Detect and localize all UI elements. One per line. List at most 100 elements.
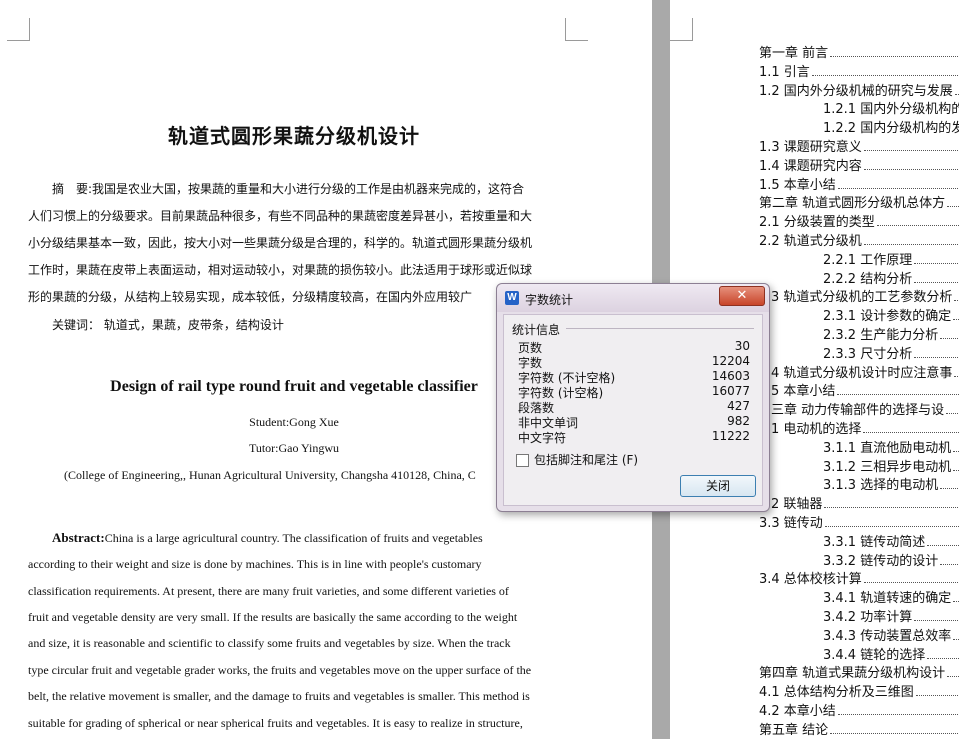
toc-entry-text: 4 轨道式分级机设计时应注意事: [771, 365, 953, 381]
toc-entry-text: 3.4 总体校核计算: [759, 572, 862, 588]
toc-entry[interactable]: 4.1 总体结构分析及三维图: [759, 681, 959, 700]
crop-mark: [7, 18, 30, 41]
english-abstract-line: Abstract:China is a large agricultural c…: [52, 530, 560, 546]
toc-leader-dots: [927, 657, 959, 659]
stat-row-chinese-chars: 中文字符 11222: [518, 429, 750, 445]
toc-entry-text: 1.2.2 国内分级机构的发: [823, 121, 959, 137]
toc-entry[interactable]: 第一章 前言: [759, 42, 959, 61]
toc-entry[interactable]: 3.4 总体校核计算: [759, 568, 959, 587]
toc-entry[interactable]: 2.2.1 工作原理: [823, 249, 959, 268]
abstract-line: 形的果蔬的分级，从结构上较易实现，成本较低，分级精度较高，在国内外应用较广: [28, 290, 473, 304]
toc-entry-text: 3.4.2 功率计算: [823, 610, 913, 625]
toc-entry[interactable]: 第五章 结论: [759, 719, 959, 738]
toc-entry[interactable]: 3.1.3 选择的电动机: [823, 474, 959, 493]
toc-entry[interactable]: 3.4.1 轨道转速的确定: [823, 587, 959, 606]
toc-entry[interactable]: 3.3.2 链传动的设计: [823, 550, 959, 569]
toc-entry[interactable]: 三章 动力传输部件的选择与设: [771, 399, 959, 418]
toc-entry[interactable]: 5 本章小结: [771, 380, 959, 399]
toc-entry-text: 1.2.1 国内外分级机构的发: [823, 102, 959, 118]
english-abstract-line: fruit and vegetable density are very sma…: [28, 610, 518, 624]
toc-entry-text: 1 电动机的选择: [771, 422, 862, 437]
toc-entry-text: 第一章 前言: [759, 46, 829, 61]
stat-value: 12204: [711, 354, 750, 368]
toc-entry-text: 第五章 结论: [759, 722, 829, 738]
toc-entry[interactable]: 3.1.2 三相异步电动机: [823, 456, 959, 475]
toc-entry-text: 1.2 国内外分级机械的研究与发展: [759, 83, 953, 99]
toc-leader-dots: [863, 243, 959, 245]
toc-entry[interactable]: 2.3.1 设计参数的确定: [823, 305, 959, 324]
toc-entry[interactable]: 3 轨道式分级机的工艺参数分析: [771, 286, 959, 305]
toc-entry[interactable]: 2.2 轨道式分级机: [759, 230, 959, 249]
include-footnotes-checkbox[interactable]: [516, 454, 529, 467]
toc-entry-text: 1.1 引言: [759, 64, 810, 80]
dialog-body: 统计信息 页数 30 字数 12204 字符数 (不计空格) 14603 字符数…: [503, 314, 763, 506]
dialog-title: 字数统计: [525, 293, 574, 307]
toc-entry[interactable]: 2.2.2 结构分析: [823, 268, 959, 287]
abstract-line: 小分级结果基本一致，因此，按大小对一些果蔬分级是合理的，科学的。轨道式圆形果蔬分…: [28, 236, 533, 250]
toc-entry-text: 3.1.1 直流他励电动机: [823, 440, 952, 456]
toc-entry[interactable]: 1.2 国内外分级机械的研究与发展: [759, 80, 959, 99]
toc-entry[interactable]: 4.2 本章小结: [759, 700, 959, 719]
abstract-text: China is a large agricultural country. T…: [104, 531, 483, 545]
word-count-dialog: W 字数统计 ✕ 统计信息 页数 30 字数 12204 字符数 (不计空格) …: [496, 283, 770, 512]
keywords: 关键词： 轨道式，果蔬，皮带条，结构设计: [52, 318, 284, 332]
toc-entry-text: 5 本章小结: [771, 384, 836, 400]
include-footnotes-label[interactable]: 包括脚注和尾注 (F): [534, 451, 638, 468]
close-icon[interactable]: ✕: [719, 286, 765, 306]
abstract-line: 人们习惯上的分级要求。目前果蔬品种很多，有些不同品种的果蔬密度差异甚小，若按重量…: [28, 209, 533, 223]
toc-entry[interactable]: 1.3 课题研究意义: [759, 136, 959, 155]
toc-entry-text: 1.3 课题研究意义: [759, 140, 862, 155]
toc-entry[interactable]: 1.2.2 国内分级机构的发: [823, 117, 959, 136]
toc-entry[interactable]: 第四章 轨道式果蔬分级机构设计: [759, 662, 959, 681]
toc-entry[interactable]: 2.3.3 尺寸分析: [823, 343, 959, 362]
english-abstract-line: according to their weight and size is do…: [28, 557, 482, 571]
toc-leader-dots: [947, 205, 959, 208]
toc-entry[interactable]: 1.2.1 国内外分级机构的发: [823, 98, 959, 117]
toc-leader-dots: [837, 187, 959, 189]
college-affiliation: (College of Engineering,, Hunan Agricult…: [64, 468, 476, 482]
toc-entry[interactable]: 3.4.2 功率计算: [823, 606, 959, 625]
toc-leader-dots: [927, 544, 959, 546]
toc-leader-dots: [915, 694, 959, 697]
toc-leader-dots: [914, 281, 959, 283]
statistics-group-label: 统计信息: [512, 323, 561, 337]
toc-entry[interactable]: 3.4.3 传动装置总效率: [823, 625, 959, 644]
stat-row-pages: 页数 30: [518, 339, 750, 355]
toc-leader-dots: [914, 356, 959, 358]
abstract-line: 摘 要:我国是农业大国，按果蔬的重量和大小进行分级的工作是由机器来完成的，这符合: [52, 182, 525, 196]
toc-entry[interactable]: 3.3 链传动: [759, 512, 959, 531]
dialog-titlebar[interactable]: W 字数统计 ✕: [497, 284, 769, 312]
toc-entry[interactable]: 1.4 课题研究内容: [759, 155, 959, 174]
toc-entry[interactable]: 1.1 引言: [759, 61, 959, 80]
toc-entry[interactable]: 1 电动机的选择: [771, 418, 959, 437]
document-title: 轨道式圆形果蔬分级机设计: [168, 124, 420, 148]
toc-entry[interactable]: 3.4.4 链轮的选择: [823, 644, 959, 663]
toc-entry-text: 3.3.1 链传动简述: [823, 534, 926, 550]
toc-entry[interactable]: 2 联轴器: [771, 493, 959, 512]
toc-leader-dots: [876, 224, 959, 227]
toc-leader-dots: [953, 450, 959, 452]
crop-mark: [670, 18, 693, 41]
close-button[interactable]: 关闭: [680, 475, 756, 497]
toc-entry[interactable]: 第二章 轨道式圆形分级机总体方: [759, 192, 959, 211]
toc-leader-dots: [837, 393, 959, 396]
toc-leader-dots: [947, 675, 959, 678]
stat-value: 982: [727, 414, 750, 428]
group-divider: [566, 328, 754, 329]
abstract-line: 工作时，果蔬在皮带上表面运动，相对运动较小，对果蔬的损伤较小。此法适用于球形或近…: [28, 263, 533, 277]
toc-entry[interactable]: 4 轨道式分级机设计时应注意事: [771, 362, 959, 381]
stat-value: 30: [734, 339, 750, 353]
toc-leader-dots: [863, 149, 959, 151]
stat-value: 427: [727, 399, 750, 413]
stat-row-paragraphs: 段落数 427: [518, 399, 750, 415]
toc-leader-dots: [830, 55, 959, 57]
toc-entry[interactable]: 3.1.1 直流他励电动机: [823, 437, 959, 456]
toc-entry-text: 三章 动力传输部件的选择与设: [771, 403, 945, 419]
toc-entry[interactable]: 2.1 分级装置的类型: [759, 211, 959, 230]
toc-entry[interactable]: 2.3.2 生产能力分析: [823, 324, 959, 343]
toc-entry-text: 2.3.3 尺寸分析: [823, 346, 913, 362]
toc-entry[interactable]: 1.5 本章小结: [759, 174, 959, 193]
toc-entry-text: 3.4.4 链轮的选择: [823, 647, 926, 663]
toc-entry-text: 1.4 课题研究内容: [759, 158, 862, 174]
toc-entry[interactable]: 3.3.1 链传动简述: [823, 531, 959, 550]
